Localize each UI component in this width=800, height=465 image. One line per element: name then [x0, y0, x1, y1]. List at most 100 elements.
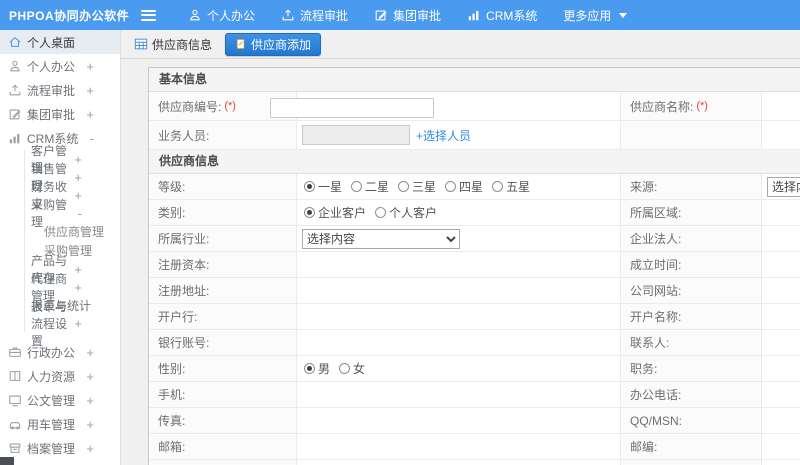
- tab-supplier-info[interactable]: 供应商信息: [128, 34, 218, 55]
- expand-toggle[interactable]: +: [74, 281, 82, 294]
- radio-label: 企业客户: [318, 206, 367, 220]
- sidebar-item-vehicle-mgmt[interactable]: 用车管理 +: [0, 412, 120, 436]
- field-label-text: 供应商编号:: [158, 99, 222, 114]
- level-radio-group: 一星 二星 三星 四星 五星: [302, 178, 530, 195]
- industry-select[interactable]: 选择内容: [302, 228, 460, 249]
- gender-option-1[interactable]: 女: [339, 360, 365, 377]
- field-label-text: 银行账号:: [158, 336, 210, 350]
- level-option-2[interactable]: 三星: [398, 178, 436, 195]
- field-mobile: [270, 98, 621, 407]
- radio-icon: [351, 181, 363, 192]
- source-select[interactable]: 选择内容: [767, 176, 800, 197]
- category-radio-group: 企业客户 个人客户: [302, 204, 437, 221]
- expand-toggle[interactable]: -: [90, 132, 94, 145]
- address-input[interactable]: [270, 98, 434, 118]
- user-icon: [8, 59, 22, 73]
- car-icon: [8, 417, 22, 431]
- form-row: 所属行业: 选择内容 企业法人:: [149, 98, 800, 252]
- expand-toggle[interactable]: +: [86, 108, 94, 121]
- field-label-text: 类别:: [158, 206, 186, 220]
- sidebar-item-form-flow-settings[interactable]: 表单与流程设置 +: [0, 300, 120, 348]
- nav-crm-system[interactable]: CRM系统: [454, 0, 550, 30]
- expand-toggle[interactable]: +: [74, 263, 82, 276]
- business-person-link[interactable]: +选择人员: [416, 127, 471, 144]
- label-category: 类别:: [149, 200, 297, 225]
- expand-toggle[interactable]: +: [74, 153, 82, 166]
- expand-toggle[interactable]: +: [86, 442, 94, 455]
- field-label-text: 办公电话:: [630, 388, 682, 402]
- nav-label: CRM系统: [486, 8, 538, 23]
- label-bank-branch: 开户行:: [149, 304, 297, 329]
- main-content: 供应商信息供应商添加 基本信息供应商编号:(*)供应商名称:(*)业务人员:+选…: [121, 30, 800, 465]
- sidebar-item-label: 集团审批: [27, 107, 76, 122]
- expand-toggle[interactable]: +: [86, 394, 94, 407]
- menu-toggle-icon[interactable]: [141, 7, 161, 23]
- nav-group-approval[interactable]: 集团审批: [361, 0, 454, 30]
- label-region: 所属区域:: [621, 200, 762, 225]
- expand-toggle[interactable]: +: [86, 60, 94, 73]
- label-registered-capital: 注册资本:: [149, 252, 297, 277]
- sidebar-item-purchase-mgmt[interactable]: 采购管理 -: [0, 198, 120, 229]
- flow-icon: [8, 83, 22, 97]
- sidebar-item-personal-office[interactable]: 个人办公 +: [0, 54, 120, 78]
- label-founded-date: 成立时间:: [621, 252, 762, 277]
- sidebar-item-workflow-approval[interactable]: 流程审批 +: [0, 78, 120, 102]
- label-zip-code: 邮编:: [621, 434, 762, 459]
- top-nav: 个人办公 流程审批 集团审批 CRM系统 更多应用: [175, 0, 640, 30]
- expand-toggle[interactable]: +: [74, 171, 82, 184]
- level-option-0[interactable]: 一星: [304, 178, 342, 195]
- level-option-3[interactable]: 四星: [445, 178, 483, 195]
- chart-icon: [467, 8, 481, 22]
- form-row: 邮箱: 邮编:: [149, 98, 800, 460]
- category-option-0[interactable]: 企业客户: [304, 204, 366, 221]
- field-contact-person: [270, 98, 800, 355]
- field-empty: [762, 121, 800, 149]
- partial-icon: [0, 457, 14, 465]
- caret-down-icon: [619, 12, 628, 18]
- field-label-text: 职务:: [630, 362, 658, 376]
- nav-label: 流程审批: [300, 8, 349, 23]
- tab-supplier-add[interactable]: 供应商添加: [225, 32, 322, 56]
- sidebar-item-document-mgmt[interactable]: 公文管理 +: [0, 388, 120, 412]
- app-logo: PHPOA协同办公软件: [9, 8, 130, 23]
- sidebar-item-supplier-mgmt[interactable]: 供应商管理: [0, 222, 120, 241]
- expand-toggle[interactable]: +: [86, 84, 94, 97]
- field-fax: [270, 98, 621, 433]
- sidebar-item-label: 档案管理: [27, 441, 76, 456]
- radio-label: 五星: [506, 180, 531, 194]
- field-office-phone: [270, 98, 800, 407]
- expand-toggle[interactable]: +: [86, 370, 94, 383]
- form-row: 性别: 男女职务:: [149, 98, 800, 382]
- nav-workflow-approval[interactable]: 流程审批: [268, 0, 361, 30]
- category-option-1[interactable]: 个人客户: [375, 204, 437, 221]
- add-page-icon: [235, 38, 247, 50]
- sidebar-item-admin-office[interactable]: 行政办公 +: [0, 340, 120, 364]
- sidebar-item-human-resources[interactable]: 人力资源 +: [0, 364, 120, 388]
- expand-toggle[interactable]: +: [74, 317, 82, 330]
- sidebar-item-label: 供应商管理: [44, 225, 105, 239]
- sidebar-item-personal-desktop[interactable]: 个人桌面: [0, 30, 120, 54]
- business-person-input[interactable]: [302, 125, 410, 145]
- nav-more-apps[interactable]: 更多应用: [550, 0, 640, 30]
- field-source: 选择内容: [762, 174, 800, 199]
- sidebar-item-archive-mgmt[interactable]: 档案管理 +: [0, 436, 120, 460]
- level-option-1[interactable]: 二星: [351, 178, 389, 195]
- label-supplier-name: 供应商名称: (*): [621, 92, 762, 120]
- label-empty: [621, 121, 762, 149]
- field-label-text: 传真:: [158, 414, 186, 428]
- nav-personal-office[interactable]: 个人办公: [175, 0, 268, 30]
- level-option-4[interactable]: 五星: [492, 178, 530, 195]
- expand-toggle[interactable]: +: [86, 418, 94, 431]
- field-bank-branch: [270, 98, 621, 329]
- field-label-text: 开户行:: [158, 310, 198, 324]
- gender-option-0[interactable]: 男: [304, 360, 330, 377]
- expand-toggle[interactable]: -: [78, 207, 82, 220]
- field-gender: 男女: [297, 356, 621, 381]
- radio-label: 女: [353, 362, 366, 376]
- sidebar-item-agent-mgmt[interactable]: 代理商管理 +: [0, 272, 120, 303]
- label-business-person: 业务人员:: [149, 121, 297, 149]
- expand-toggle[interactable]: +: [86, 346, 94, 359]
- form-row: 注册地址: 公司网站:: [149, 98, 800, 304]
- sidebar-item-group-approval[interactable]: 集团审批 +: [0, 102, 120, 126]
- tab-bar: 供应商信息 供应商添加: [121, 30, 800, 59]
